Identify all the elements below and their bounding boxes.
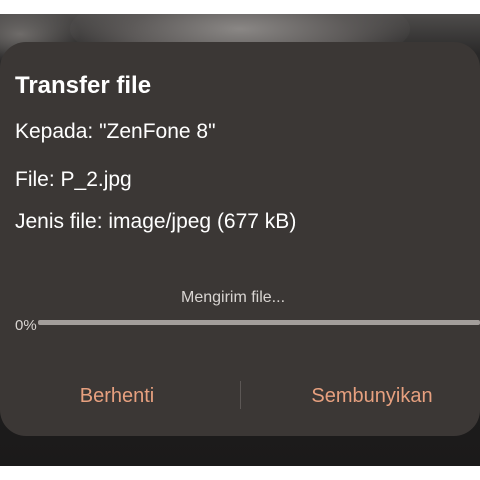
button-divider xyxy=(240,381,241,409)
bottom-edge xyxy=(0,466,480,480)
hide-button[interactable]: Sembunyikan xyxy=(296,378,448,414)
transfer-dialog xyxy=(0,42,480,436)
dialog-title: Transfer file xyxy=(15,72,152,99)
progress-bar xyxy=(38,320,480,325)
file-type-text: Jenis file: image/jpeg (677 kB) xyxy=(15,210,297,233)
top-edge xyxy=(0,0,480,14)
progress-percent: 0% xyxy=(15,317,37,334)
transfer-status: Mengirim file... xyxy=(180,289,286,306)
stop-button[interactable]: Berhenti xyxy=(56,378,178,414)
recipient-text: Kepada: "ZenFone 8" xyxy=(15,120,216,143)
file-name-text: File: P_2.jpg xyxy=(15,168,132,191)
